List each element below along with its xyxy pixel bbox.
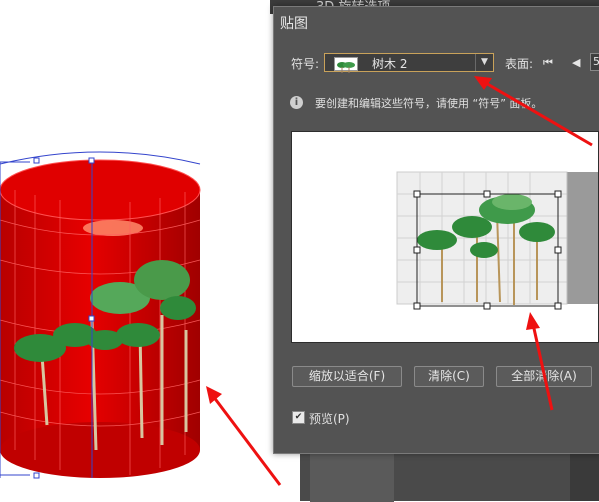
cylinder-top bbox=[0, 159, 201, 221]
chevron-down-icon[interactable]: ▼ bbox=[475, 54, 493, 71]
dialog-title: 贴图 bbox=[280, 16, 308, 32]
background-panel-edge bbox=[570, 446, 599, 501]
annotation-arrow-symbol bbox=[474, 76, 593, 147]
tree-thumbnail-icon bbox=[334, 57, 358, 73]
preview-label: 预览(P) bbox=[309, 412, 350, 426]
preview-checkbox[interactable]: ✔ bbox=[292, 411, 305, 424]
background-panel-tab bbox=[310, 452, 394, 502]
first-surface-icon[interactable]: ⏮ bbox=[543, 56, 553, 70]
info-icon: i bbox=[290, 96, 303, 109]
scale-to-fit-button[interactable]: 缩放以适合(F) bbox=[292, 366, 402, 387]
cylinder-3d-object[interactable] bbox=[0, 150, 215, 480]
annotation-arrow-preview bbox=[526, 312, 554, 411]
checkmark-icon: ✔ bbox=[294, 412, 303, 422]
clear-button[interactable]: 清除(C) bbox=[414, 366, 484, 387]
prev-surface-icon[interactable]: ◀ bbox=[572, 56, 580, 69]
hidden-surface-region bbox=[567, 172, 598, 304]
surface-number-field[interactable]: 5 bbox=[590, 53, 599, 71]
symbol-label: 符号: bbox=[291, 57, 320, 71]
cylinder-bottom bbox=[0, 422, 200, 478]
symbol-selected-value: 树木 2 bbox=[372, 57, 408, 71]
